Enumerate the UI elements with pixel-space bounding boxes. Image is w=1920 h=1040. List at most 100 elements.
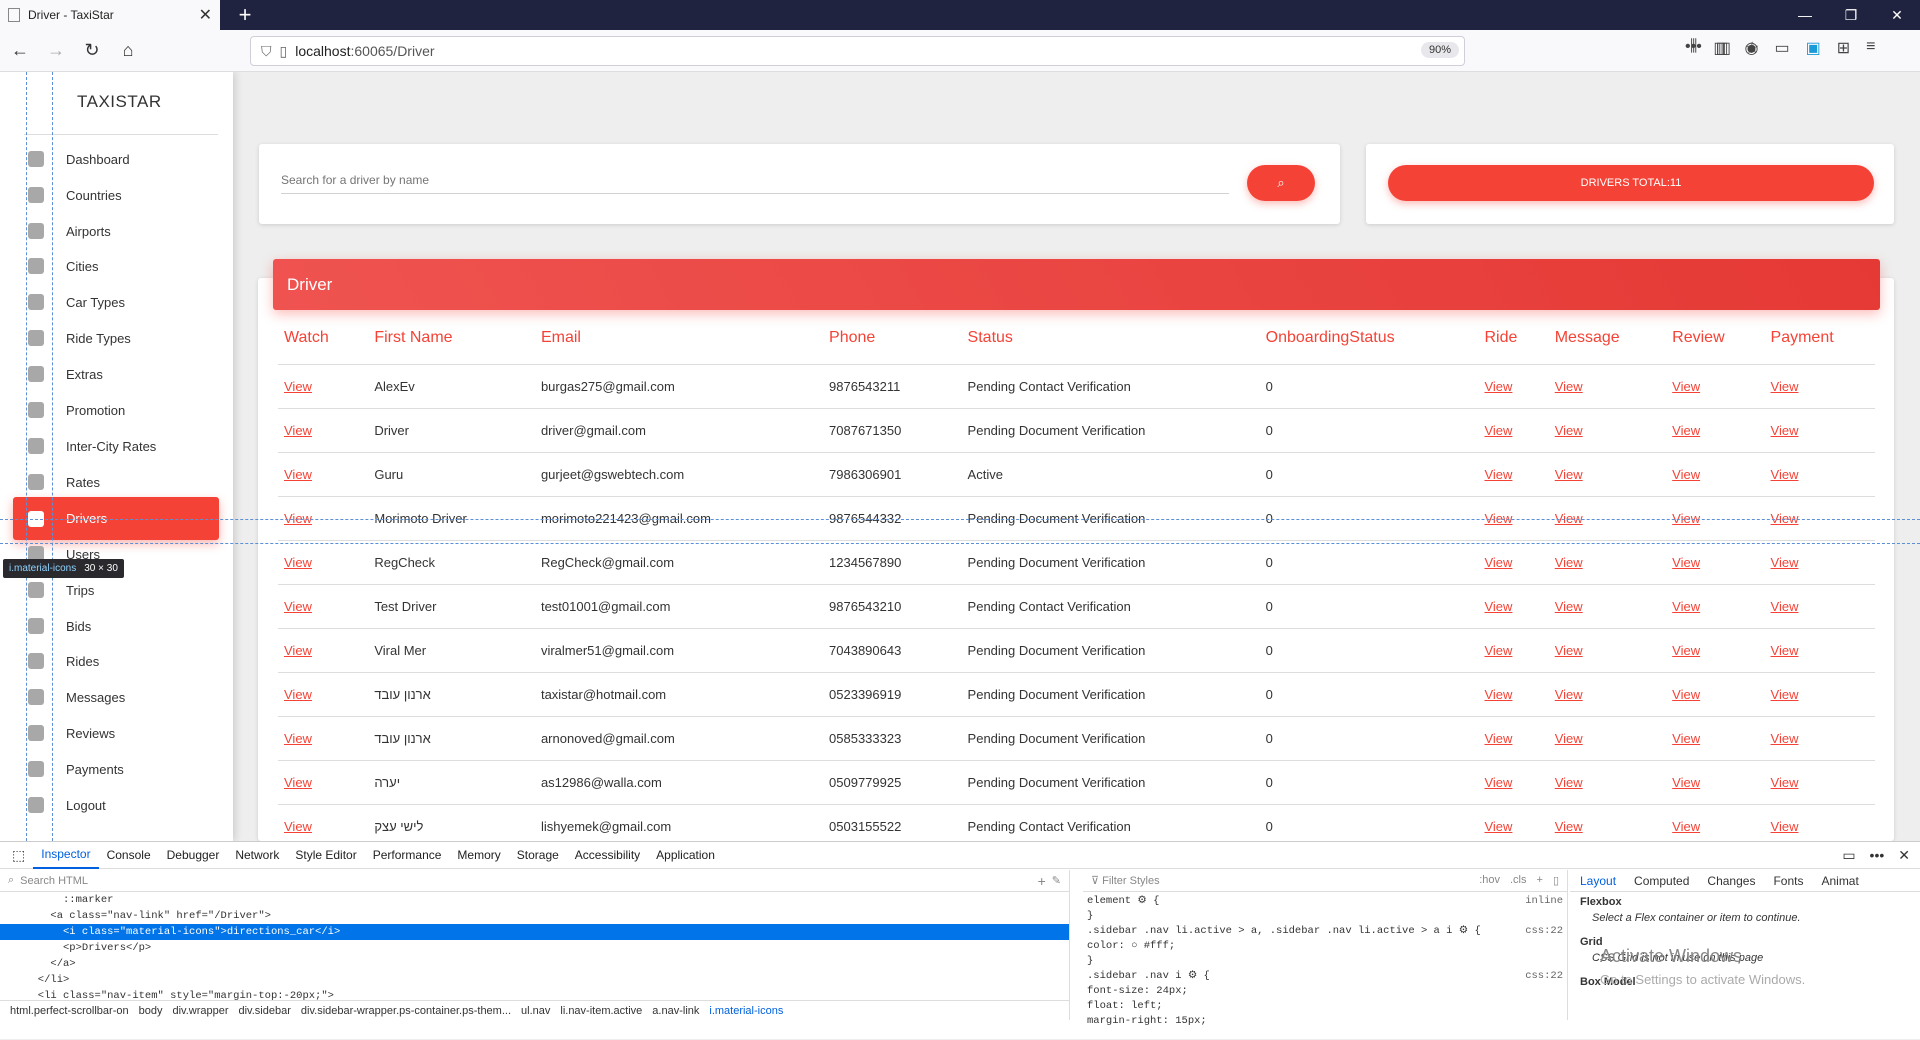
devtools-tab-inspector[interactable]: Inspector bbox=[33, 842, 99, 869]
home-icon[interactable]: ⌂ bbox=[112, 35, 144, 67]
breadcrumb-item[interactable]: a.nav-link bbox=[652, 1005, 699, 1017]
column-header[interactable]: Status bbox=[961, 312, 1260, 365]
payment-link[interactable]: View bbox=[1771, 731, 1799, 746]
sidebar-item-ride-types[interactable]: Ride Types bbox=[28, 323, 218, 353]
devtools-tab-network[interactable]: Network bbox=[227, 842, 287, 869]
extensions-icon[interactable]: ⊞ bbox=[1837, 38, 1850, 58]
watch-link[interactable]: View bbox=[284, 731, 312, 746]
breadcrumb-item[interactable]: div.sidebar-wrapper.ps-container.ps-them… bbox=[301, 1005, 511, 1017]
breadcrumb-item[interactable]: div.wrapper bbox=[172, 1005, 228, 1017]
forward-icon[interactable]: → bbox=[40, 35, 72, 67]
ride-link[interactable]: View bbox=[1484, 555, 1512, 570]
html-node-line[interactable]: <p>Drivers</p> bbox=[0, 940, 1069, 956]
minimize-icon[interactable]: — bbox=[1782, 7, 1828, 24]
sidebar-item-payments[interactable]: Payments bbox=[28, 754, 218, 784]
message-link[interactable]: View bbox=[1555, 555, 1583, 570]
column-header[interactable]: Message bbox=[1548, 312, 1667, 365]
ride-link[interactable]: View bbox=[1484, 467, 1512, 482]
devtools-tab-memory[interactable]: Memory bbox=[449, 842, 508, 869]
payment-link[interactable]: View bbox=[1771, 379, 1799, 394]
drivers-total-button[interactable]: DRIVERS TOTAL:11 bbox=[1388, 165, 1874, 201]
review-link[interactable]: View bbox=[1672, 599, 1700, 614]
devtools-tab-style-editor[interactable]: Style Editor bbox=[287, 842, 364, 869]
reload-icon[interactable]: ↻ bbox=[76, 35, 108, 67]
ride-link[interactable]: View bbox=[1484, 643, 1512, 658]
css-rule-line[interactable]: font-size: 24px; bbox=[1087, 984, 1563, 999]
watch-link[interactable]: View bbox=[284, 687, 312, 702]
payment-link[interactable]: View bbox=[1771, 643, 1799, 658]
breadcrumb-item[interactable]: body bbox=[139, 1005, 163, 1017]
css-rules[interactable]: inline element ⚙ {} css:22 .sidebar .nav li… bbox=[1083, 892, 1567, 1031]
cls-toggle[interactable]: .cls bbox=[1510, 874, 1527, 887]
watch-link[interactable]: View bbox=[284, 599, 312, 614]
sidebar-item-trips[interactable]: Trips bbox=[28, 575, 218, 605]
ride-link[interactable]: View bbox=[1484, 599, 1512, 614]
account-icon[interactable]: ◉ bbox=[1745, 38, 1759, 58]
close-window-icon[interactable]: ✕ bbox=[1874, 7, 1920, 24]
watch-link[interactable]: View bbox=[284, 423, 312, 438]
html-node-line[interactable]: ::marker bbox=[0, 892, 1069, 908]
column-header[interactable]: Phone bbox=[823, 312, 962, 365]
save-icon[interactable]: ▣ bbox=[1806, 38, 1821, 58]
new-tab-icon[interactable]: + bbox=[230, 2, 260, 28]
sidebar-item-bids[interactable]: Bids bbox=[28, 611, 218, 641]
payment-link[interactable]: View bbox=[1771, 819, 1799, 834]
watch-link[interactable]: View bbox=[284, 775, 312, 790]
devtools-close-icon[interactable]: ✕ bbox=[1898, 847, 1910, 864]
review-link[interactable]: View bbox=[1672, 643, 1700, 658]
sidebar-item-logout[interactable]: Logout bbox=[28, 790, 218, 820]
add-node-icon[interactable]: + bbox=[1038, 873, 1046, 889]
sidebar-item-airports[interactable]: Airports bbox=[28, 216, 218, 246]
payment-link[interactable]: View bbox=[1771, 423, 1799, 438]
message-link[interactable]: View bbox=[1555, 379, 1583, 394]
css-rule-line[interactable]: } bbox=[1087, 909, 1563, 924]
pick-element-icon[interactable]: ⬚ bbox=[4, 847, 33, 864]
print-icon[interactable]: ▯ bbox=[1553, 874, 1559, 887]
css-rule-source[interactable]: css:22 bbox=[1525, 924, 1563, 939]
css-rule-line[interactable]: } bbox=[1087, 954, 1563, 969]
message-link[interactable]: View bbox=[1555, 599, 1583, 614]
message-link[interactable]: View bbox=[1555, 423, 1583, 438]
review-link[interactable]: View bbox=[1672, 467, 1700, 482]
menu-icon[interactable]: ≡ bbox=[1866, 38, 1875, 58]
column-header[interactable]: Review bbox=[1666, 312, 1765, 365]
layout-tab-animat[interactable]: Animat bbox=[1821, 874, 1858, 888]
devtools-tab-performance[interactable]: Performance bbox=[365, 842, 450, 869]
ride-link[interactable]: View bbox=[1484, 687, 1512, 702]
close-tab-icon[interactable]: ✕ bbox=[199, 5, 212, 25]
brand-logo[interactable]: TAXISTAR bbox=[77, 92, 162, 112]
layout-tab-layout[interactable]: Layout bbox=[1580, 874, 1616, 888]
add-rule-icon[interactable]: + bbox=[1537, 874, 1543, 887]
dock-icon[interactable]: ▭ bbox=[1842, 847, 1855, 864]
driver-search-input[interactable] bbox=[281, 166, 1229, 194]
ride-link[interactable]: View bbox=[1484, 423, 1512, 438]
watch-link[interactable]: View bbox=[284, 511, 312, 526]
back-icon[interactable]: ← bbox=[4, 35, 36, 67]
breadcrumb-item[interactable]: div.sidebar bbox=[239, 1005, 291, 1017]
payment-link[interactable]: View bbox=[1771, 687, 1799, 702]
css-rule-line[interactable]: inline element ⚙ { bbox=[1087, 894, 1563, 909]
review-link[interactable]: View bbox=[1672, 775, 1700, 790]
devtools-tab-storage[interactable]: Storage bbox=[509, 842, 567, 869]
library-icon[interactable]: ⫼ bbox=[1690, 38, 1697, 58]
sidebar-toggle-icon[interactable]: ▥ bbox=[1713, 38, 1728, 58]
html-search[interactable]: ⌕ Search HTML + ✎ bbox=[0, 870, 1069, 892]
sidebar-item-promotion[interactable]: Promotion bbox=[28, 395, 218, 425]
ride-link[interactable]: View bbox=[1484, 731, 1512, 746]
payment-link[interactable]: View bbox=[1771, 511, 1799, 526]
watch-link[interactable]: View bbox=[284, 819, 312, 834]
sidebar-item-cities[interactable]: Cities bbox=[28, 251, 218, 281]
browser-tab[interactable]: Driver - TaxiStar ✕ bbox=[0, 0, 220, 30]
url-bar[interactable]: ⛉ ▯ localhost:60065/Driver 90% bbox=[250, 36, 1465, 66]
column-header[interactable]: First Name bbox=[368, 312, 535, 365]
payment-link[interactable]: View bbox=[1771, 467, 1799, 482]
column-header[interactable]: OnboardingStatus bbox=[1259, 312, 1479, 365]
folder-icon[interactable]: ▭ bbox=[1774, 38, 1789, 58]
review-link[interactable]: View bbox=[1672, 819, 1700, 834]
devtools-tab-application[interactable]: Application bbox=[648, 842, 723, 869]
devtools-tab-console[interactable]: Console bbox=[99, 842, 159, 869]
watch-link[interactable]: View bbox=[284, 467, 312, 482]
ride-link[interactable]: View bbox=[1484, 511, 1512, 526]
breadcrumb-item[interactable]: html.perfect-scrollbar-on bbox=[10, 1005, 129, 1017]
restore-icon[interactable]: ❐ bbox=[1828, 7, 1874, 24]
